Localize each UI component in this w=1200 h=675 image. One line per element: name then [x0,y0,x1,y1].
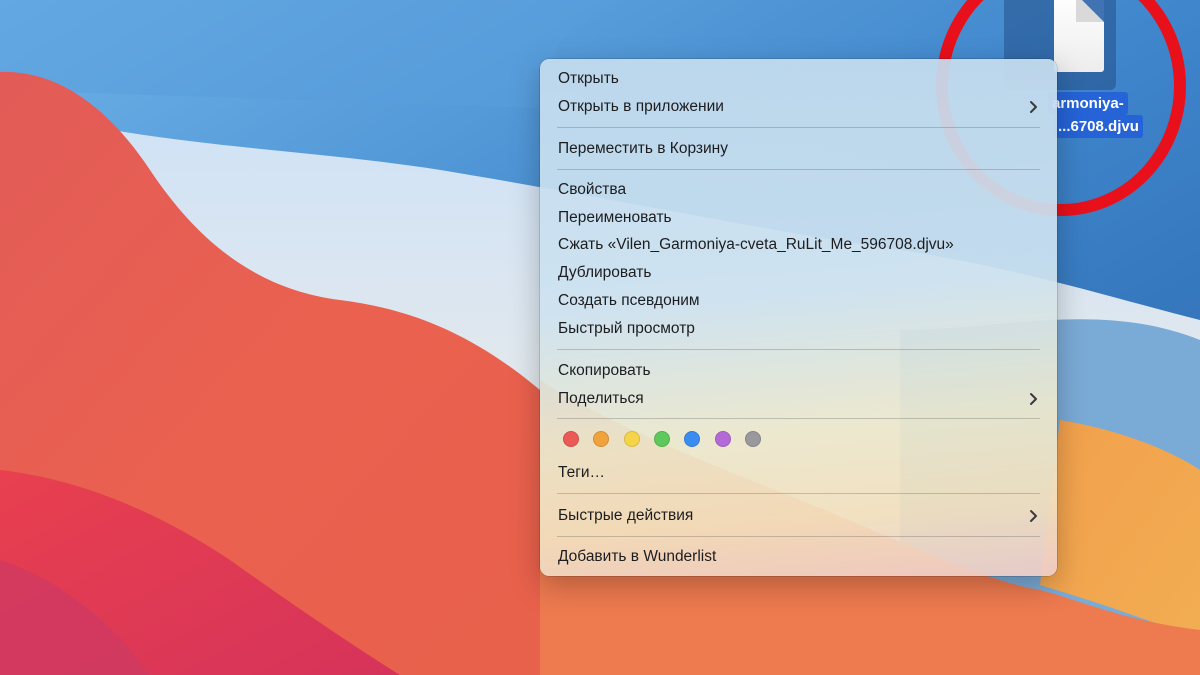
menu-item-move-to-trash[interactable]: Переместить в Корзину [558,136,1043,162]
menu-separator [557,169,1040,170]
menu-item-get-info[interactable]: Свойства [558,177,1043,203]
chevron-right-icon [1030,510,1037,522]
menu-item-make-alias[interactable]: Создать псевдоним [558,288,1043,314]
menu-item-label: Теги… [558,464,606,481]
menu-item-label: Сжать «Vilen_Garmoniya-cveta_RuLit_Me_59… [558,236,954,253]
context-menu: Открыть Открыть в приложении Переместить… [540,59,1057,576]
tag-green-dot[interactable] [653,431,670,447]
menu-item-label: Поделиться [558,390,644,407]
menu-item-tags[interactable]: Теги… [558,460,1043,486]
menu-item-open-with[interactable]: Открыть в приложении [558,94,1043,120]
menu-item-label: Добавить в Wunderlist [558,548,717,565]
tag-blue-dot[interactable] [684,431,701,447]
menu-item-label: Быстрые действия [558,507,694,524]
tag-purple-dot[interactable] [714,431,731,447]
desktop: armoniya- ...6708.djvu Открыть Открыть в… [0,0,1200,675]
menu-separator [557,349,1040,350]
menu-item-label: Дублировать [558,264,652,281]
menu-item-share[interactable]: Поделиться [558,386,1043,412]
menu-item-duplicate[interactable]: Дублировать [558,260,1043,286]
menu-item-label: Открыть в приложении [558,98,724,115]
tag-gray-dot[interactable] [744,431,761,447]
menu-item-quick-look[interactable]: Быстрый просмотр [558,316,1043,342]
menu-item-rename[interactable]: Переименовать [558,205,1043,231]
menu-item-label: Переименовать [558,209,672,226]
tag-red-dot[interactable] [563,431,579,447]
menu-separator [557,493,1040,494]
menu-item-label: Открыть [558,70,619,87]
tag-orange-dot[interactable] [593,431,610,447]
menu-item-label: Создать псевдоним [558,292,700,309]
menu-item-copy[interactable]: Скопировать [558,358,1043,384]
menu-separator [557,418,1040,419]
menu-item-label: Скопировать [558,362,651,379]
menu-item-label: Переместить в Корзину [558,140,728,157]
menu-item-label: Быстрый просмотр [558,320,695,337]
menu-item-quick-actions[interactable]: Быстрые действия [558,503,1043,529]
menu-item-open[interactable]: Открыть [558,66,1043,92]
chevron-right-icon [1030,101,1037,113]
menu-item-add-to-wunderlist[interactable]: Добавить в Wunderlist [558,544,1043,570]
tag-yellow-dot[interactable] [623,431,640,447]
chevron-right-icon [1030,393,1037,405]
menu-separator [557,536,1040,537]
menu-item-label: Свойства [558,181,627,198]
menu-item-compress[interactable]: Сжать «Vilen_Garmoniya-cveta_RuLit_Me_59… [558,232,1043,258]
menu-separator [557,127,1040,128]
